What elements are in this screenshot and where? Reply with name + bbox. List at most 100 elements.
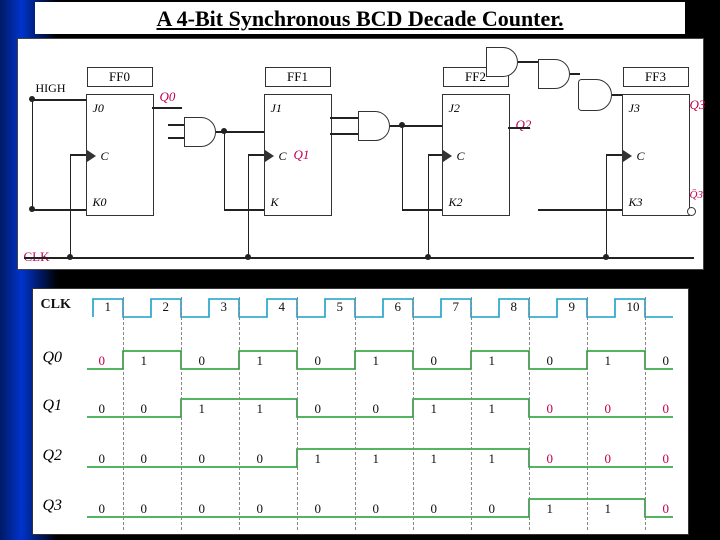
state-value: 0 <box>373 501 380 517</box>
clock-divider <box>529 297 530 530</box>
clk-number: 3 <box>221 299 228 315</box>
clk-number: 2 <box>163 299 170 315</box>
state-value: 1 <box>431 451 438 467</box>
state-value: 0 <box>605 451 612 467</box>
state-value: 1 <box>257 353 264 369</box>
state-value: 0 <box>315 353 322 369</box>
and-gate-3 <box>486 47 518 77</box>
state-value: 1 <box>141 353 148 369</box>
ff3-title: FF3 <box>623 67 689 87</box>
clk-number: 5 <box>337 299 344 315</box>
state-value: 0 <box>141 451 148 467</box>
state-value: 0 <box>373 401 380 417</box>
clk-number: 8 <box>511 299 518 315</box>
ff1-q-out: Q1 <box>294 147 310 163</box>
clock-divider <box>239 297 240 530</box>
ff1-k-pin: K <box>271 195 279 210</box>
state-value: 1 <box>489 353 496 369</box>
high-label: HIGH <box>36 81 66 96</box>
flipflop-ff0: FF0 J0 C K0 <box>86 94 154 216</box>
state-value: 1 <box>257 401 264 417</box>
state-value: 0 <box>199 501 206 517</box>
ff0-k-pin: K0 <box>93 195 107 210</box>
state-value: 0 <box>547 353 554 369</box>
ff1-c-pin: C <box>279 149 287 164</box>
state-value: 0 <box>99 451 106 467</box>
timing-diagram: CLK Q0 Q1 Q2 Q3 12345678910 010101010100… <box>32 288 689 535</box>
state-value: 0 <box>99 501 106 517</box>
clk-number: 1 <box>105 299 112 315</box>
ff0-title: FF0 <box>87 67 153 87</box>
state-value: 0 <box>99 401 106 417</box>
clock-triangle-icon <box>443 150 452 162</box>
clock-triangle-icon <box>87 150 96 162</box>
ff1-j-pin: J1 <box>271 101 282 116</box>
clock-divider <box>413 297 414 530</box>
clk-number: 10 <box>627 299 640 315</box>
not-bubble-icon <box>687 207 696 216</box>
state-value: 0 <box>141 401 148 417</box>
state-value: 0 <box>547 401 554 417</box>
state-value: 0 <box>257 451 264 467</box>
flipflop-ff3: FF3 J3 C K3 <box>622 94 690 216</box>
page-title: A 4-Bit Synchronous BCD Decade Counter. <box>35 2 685 34</box>
or-gate-1 <box>578 79 612 111</box>
clock-divider <box>123 297 124 530</box>
state-value: 0 <box>663 353 670 369</box>
ff3-c-pin: C <box>637 149 645 164</box>
and-gate-4 <box>538 59 570 89</box>
circuit-diagram: HIGH CLK FF0 J0 C K0 Q0 FF1 J1 C K Q1 <box>17 38 704 270</box>
and-gate-1 <box>184 117 216 147</box>
state-value: 0 <box>489 501 496 517</box>
clock-divider <box>355 297 356 530</box>
ff1-title: FF1 <box>265 67 331 87</box>
ff0-q-out: Q0 <box>160 89 176 105</box>
clock-divider <box>471 297 472 530</box>
state-value: 0 <box>199 353 206 369</box>
state-value: 1 <box>489 451 496 467</box>
state-value: 1 <box>199 401 206 417</box>
clock-triangle-icon <box>265 150 274 162</box>
ff2-c-pin: C <box>457 149 465 164</box>
clk-wave <box>33 289 688 534</box>
ff2-q-out: Q2 <box>516 117 532 133</box>
state-value: 0 <box>605 401 612 417</box>
state-value: 1 <box>315 451 322 467</box>
state-value: 0 <box>547 451 554 467</box>
ff3-q-out: Q3 <box>690 97 706 113</box>
state-value: 0 <box>99 353 106 369</box>
ff2-j-pin: J2 <box>449 101 460 116</box>
ff0-j-pin: J0 <box>93 101 104 116</box>
state-value: 0 <box>257 501 264 517</box>
state-value: 0 <box>663 451 670 467</box>
ff2-k-pin: K2 <box>449 195 463 210</box>
state-value: 0 <box>663 401 670 417</box>
state-value: 1 <box>373 451 380 467</box>
clk-number: 9 <box>569 299 576 315</box>
state-value: 0 <box>315 501 322 517</box>
clock-divider <box>297 297 298 530</box>
state-value: 0 <box>315 401 322 417</box>
ff3-qbar-out: Q̄3 <box>690 189 703 201</box>
state-value: 0 <box>141 501 148 517</box>
ff3-j-pin: J3 <box>629 101 640 116</box>
clock-triangle-icon <box>623 150 632 162</box>
clock-divider <box>645 297 646 530</box>
clock-divider <box>181 297 182 530</box>
state-value: 1 <box>605 353 612 369</box>
state-value: 0 <box>199 451 206 467</box>
ff0-c-pin: C <box>101 149 109 164</box>
ff3-k-pin: K3 <box>629 195 643 210</box>
state-value: 0 <box>431 353 438 369</box>
state-value: 1 <box>547 501 554 517</box>
clock-divider <box>587 297 588 530</box>
flipflop-ff2: FF2 J2 C K2 <box>442 94 510 216</box>
state-value: 1 <box>489 401 496 417</box>
state-value: 0 <box>431 501 438 517</box>
clk-number: 4 <box>279 299 286 315</box>
state-value: 1 <box>605 501 612 517</box>
state-value: 1 <box>431 401 438 417</box>
clk-number: 7 <box>453 299 460 315</box>
state-value: 1 <box>373 353 380 369</box>
and-gate-2 <box>358 111 390 141</box>
